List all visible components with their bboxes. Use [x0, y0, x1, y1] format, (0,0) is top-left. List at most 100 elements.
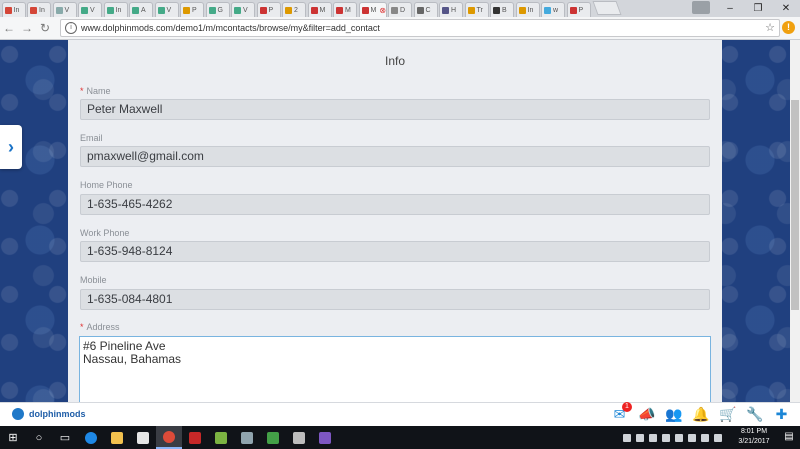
browser-tab[interactable]: V	[231, 2, 255, 17]
browser-tab[interactable]: M	[333, 2, 357, 17]
browser-tab[interactable]: w	[541, 2, 565, 17]
tab-title: 2	[294, 6, 298, 14]
browser-tab[interactable]: In	[515, 2, 540, 17]
email-field[interactable]: pmaxwell@gmail.com	[80, 146, 710, 167]
store-icon[interactable]	[130, 426, 156, 449]
clock-date: 3/21/2017	[738, 438, 770, 445]
browser-tab[interactable]: P	[566, 2, 591, 17]
wrench-icon[interactable]: 🔧	[746, 406, 763, 423]
face-icon	[416, 6, 424, 14]
address-label: * Address	[80, 322, 120, 332]
mail-icon[interactable]: ✉ 1	[611, 402, 632, 423]
paint-icon[interactable]	[208, 426, 234, 449]
browser-tab[interactable]: V	[52, 2, 77, 17]
browser-tab[interactable]: In	[103, 2, 128, 17]
tray-icon[interactable]	[688, 433, 696, 442]
page-info-icon[interactable]: i	[65, 22, 77, 34]
extension-alert-icon[interactable]: !	[782, 21, 795, 34]
tray-icon[interactable]	[636, 433, 644, 442]
plus-icon[interactable]: ✚	[773, 406, 790, 423]
name-field[interactable]: Peter Maxwell	[80, 99, 710, 120]
browser-tab[interactable]: P	[180, 2, 204, 17]
app-icon[interactable]	[260, 426, 286, 449]
windows-start-icon[interactable]: ⊞	[0, 426, 26, 449]
forward-icon[interactable]: →	[18, 21, 36, 35]
browser-tab[interactable]: M ⊗	[358, 2, 387, 17]
name-label: * Name	[80, 86, 111, 96]
browser-tab[interactable]: Tr	[464, 2, 489, 17]
file-explorer-icon[interactable]	[104, 426, 130, 449]
address-textarea[interactable]: #6 Pineline Ave Nassau, Bahamas	[79, 336, 711, 402]
user-profile-icon[interactable]	[692, 1, 710, 14]
tab-title: In	[13, 6, 20, 14]
task-view-icon[interactable]: ▭	[52, 426, 78, 449]
browser-tab[interactable]: D	[388, 2, 412, 17]
translator-icon[interactable]	[234, 426, 260, 449]
search-icon[interactable]: ○	[26, 426, 52, 449]
tool-icon[interactable]	[286, 426, 312, 449]
browser-tab[interactable]: C	[413, 2, 438, 17]
sidebar-expand-chevron-icon[interactable]: ›	[0, 125, 22, 169]
bookmark-star-icon[interactable]: ☆	[765, 21, 775, 34]
action-center-icon[interactable]: ▤	[783, 431, 795, 443]
tray-icon[interactable]	[649, 433, 657, 442]
tray-icon[interactable]	[662, 433, 670, 442]
tray-icon[interactable]	[623, 433, 631, 442]
address-line-2: Nassau, Bahamas	[83, 352, 182, 366]
browser-tab[interactable]: G	[205, 2, 230, 17]
windows-taskbar: ⊞ ○ ▭ 8:01 PM 3/21/2017 ▤	[0, 426, 800, 449]
scrollbar-thumb[interactable]	[791, 100, 799, 310]
browser-tab[interactable]: P	[256, 2, 281, 17]
home-phone-field[interactable]: 1-635-465-4262	[80, 194, 710, 215]
address-bar[interactable]: i www.dolphinmods.com/demo1/m/mcontacts/…	[60, 19, 780, 37]
page-icon	[310, 6, 318, 14]
browser-tab[interactable]: M	[307, 2, 332, 17]
minimize-icon[interactable]: –	[716, 0, 744, 17]
chrome-icon[interactable]	[156, 426, 182, 449]
tab-title: M	[370, 6, 377, 14]
cart-icon[interactable]: 🛒	[719, 406, 736, 423]
tab-title: V	[243, 6, 248, 14]
edge-browser-icon[interactable]	[78, 426, 104, 449]
work-phone-field[interactable]: 1-635-948-8124	[80, 241, 710, 262]
loop-icon	[132, 6, 139, 14]
filezilla-icon[interactable]	[182, 426, 208, 449]
page-icon	[336, 6, 343, 14]
loop-icon	[234, 6, 241, 14]
page-scrollbar[interactable]	[790, 40, 800, 402]
megaphone-icon[interactable]: 📣	[638, 406, 655, 423]
close-tab-icon[interactable]: ⊗	[379, 6, 385, 15]
volume-icon[interactable]	[701, 433, 709, 442]
browser-tab[interactable]: 2	[282, 2, 306, 17]
system-clock[interactable]: 8:01 PM 3/21/2017	[730, 427, 778, 447]
page-icon	[467, 6, 475, 14]
browser-tab[interactable]: B	[490, 2, 514, 17]
tab-title: G	[217, 6, 223, 14]
brand[interactable]: dolphinmods	[12, 408, 86, 420]
users-icon[interactable]: 👥	[665, 406, 682, 423]
bell-icon[interactable]: 🔔	[692, 406, 709, 423]
work-phone-label: Work Phone	[80, 228, 130, 238]
visual-studio-icon[interactable]	[312, 426, 338, 449]
page-icon	[493, 6, 500, 14]
tray-icon[interactable]	[675, 433, 683, 442]
browser-tab[interactable]: In	[27, 2, 51, 17]
browser-tab[interactable]: A	[129, 2, 153, 17]
browser-tab[interactable]: V	[154, 2, 179, 17]
browser-tab[interactable]: V	[78, 2, 102, 17]
browser-toolbar: ← → ↻ i www.dolphinmods.com/demo1/m/mcon…	[0, 17, 800, 40]
mobile-field[interactable]: 1-635-084-4801	[80, 289, 710, 310]
new-tab-button[interactable]	[591, 1, 622, 15]
browser-tab[interactable]: H	[439, 2, 463, 17]
network-icon[interactable]	[714, 433, 722, 442]
brand-name: dolphinmods	[29, 409, 86, 419]
maximize-icon[interactable]: ❐	[744, 0, 772, 17]
app-toolbar-icons: ✉ 1 📣 👥 🔔 🛒 🔧 ✚	[611, 402, 790, 423]
reload-icon[interactable]: ↻	[36, 21, 54, 35]
page-icon	[569, 6, 577, 14]
tab-title: V	[166, 6, 172, 14]
browser-tab[interactable]: In	[1, 2, 26, 17]
close-window-icon[interactable]: ✕	[772, 0, 800, 17]
tab-title: A	[141, 6, 146, 14]
back-icon[interactable]: ←	[0, 21, 18, 35]
